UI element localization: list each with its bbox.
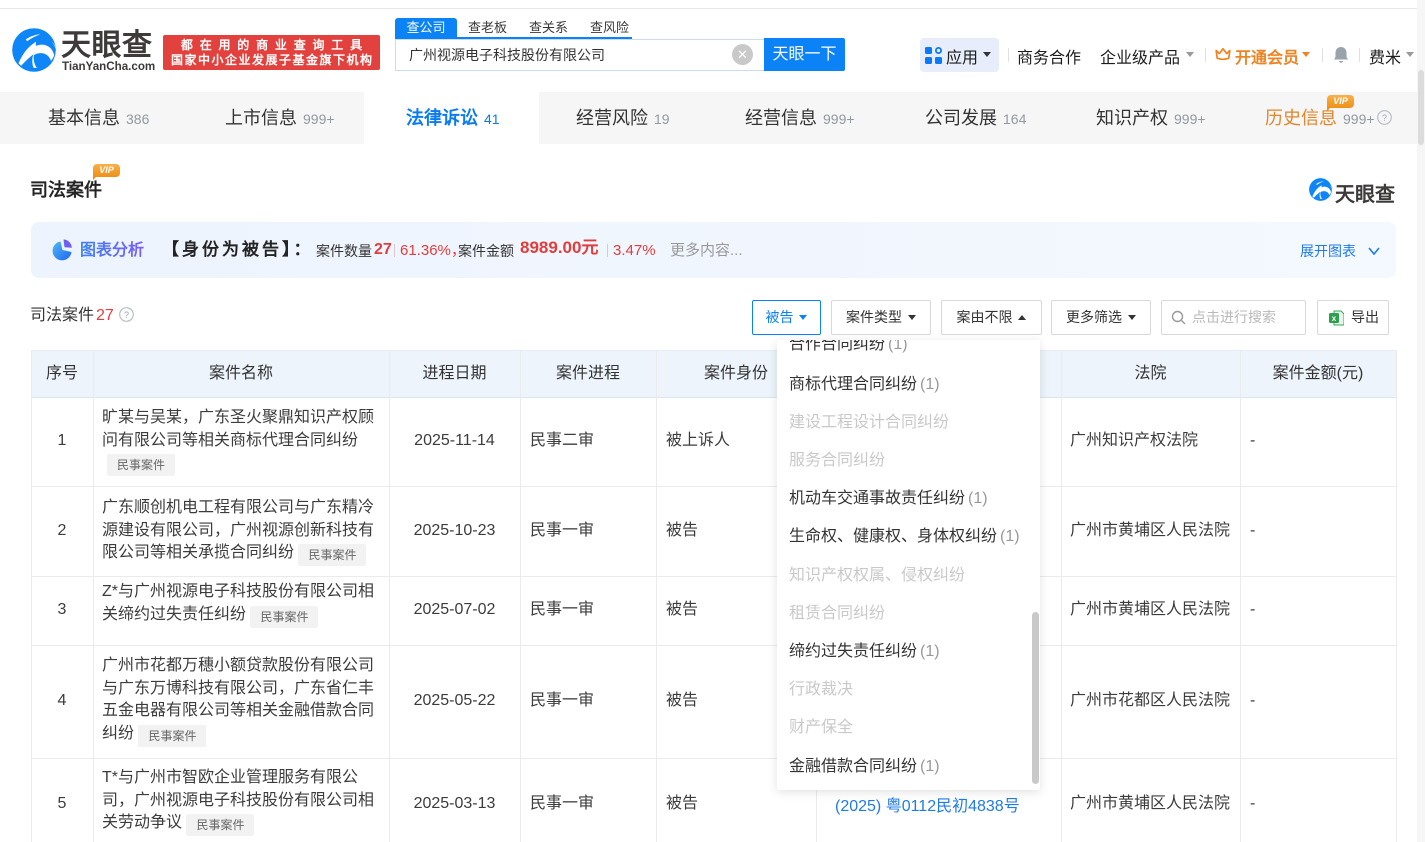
svg-text:?: ? <box>124 310 129 320</box>
svg-text:?: ? <box>1382 113 1387 123</box>
svg-text:x: x <box>1332 314 1337 323</box>
